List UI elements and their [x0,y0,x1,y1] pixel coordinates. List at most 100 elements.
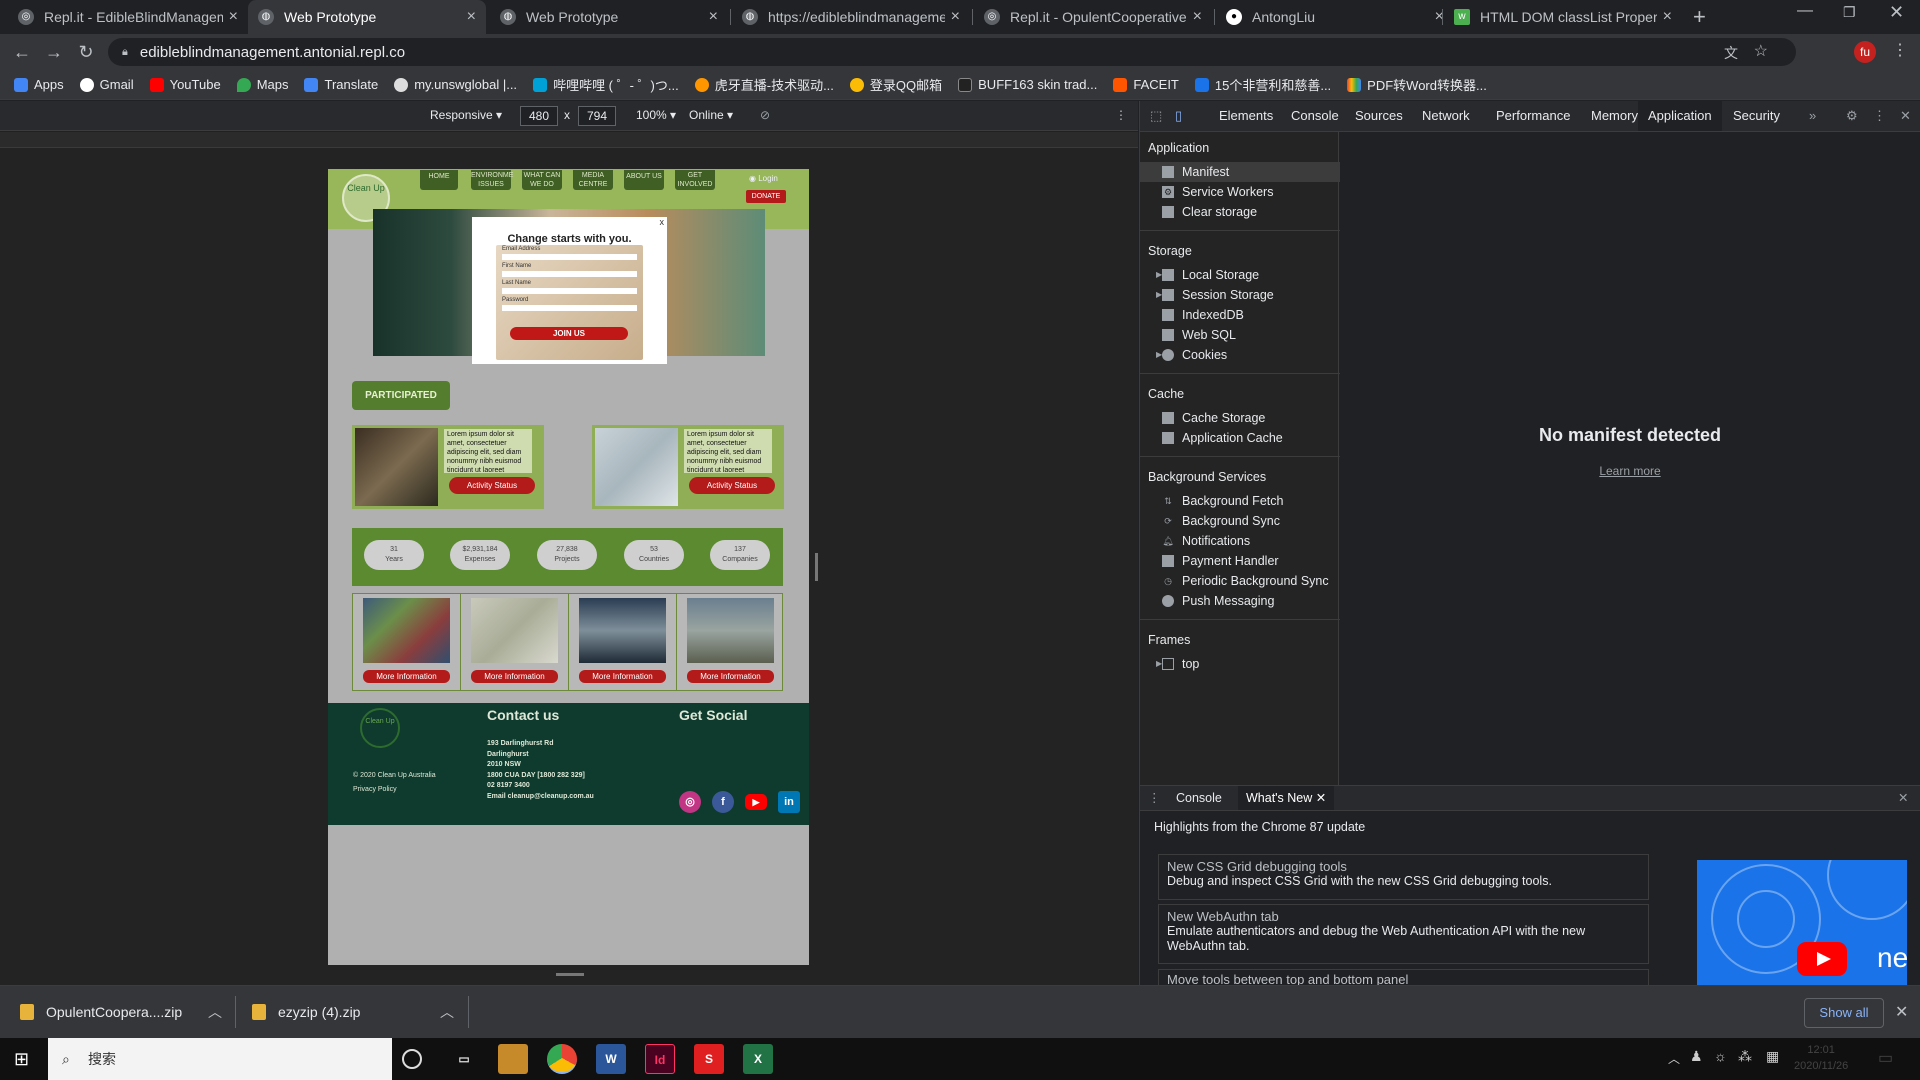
tab-web-prototype-active[interactable]: ◍ Web Prototype × [248,0,486,34]
tab-github-antongliu[interactable]: ● AntongLiu × [1216,0,1454,34]
expand-arrow-icon[interactable]: ▶ [1156,285,1162,305]
drawer-tab-console[interactable]: Console [1176,791,1222,805]
linkedin-icon[interactable]: in [778,791,800,813]
more-information-button[interactable]: More Information [363,670,450,683]
sidebar-item-cache-storage[interactable]: Cache Storage [1162,408,1346,428]
download-item[interactable]: OpulentCoopera....zip ︿ [20,986,222,1038]
last-name-field[interactable] [502,288,637,294]
devtools-tab-network[interactable]: Network [1412,101,1480,131]
bookmark-translate[interactable]: Translate [304,77,378,92]
sidebar-item-application-cache[interactable]: Application Cache [1162,428,1346,448]
close-window-icon[interactable]: ✕ [1889,2,1904,23]
bookmark-gmail[interactable]: Gmail [79,77,134,92]
windows-start-icon[interactable]: ⊞ [14,1049,29,1070]
join-us-button[interactable]: JOIN US [510,327,628,340]
devtools-tab-security[interactable]: Security [1723,101,1790,131]
task-view-icon[interactable]: ▭ [449,1044,479,1074]
sidebar-item-indexeddb[interactable]: IndexedDB [1162,305,1346,325]
sidebar-item-payment-handler[interactable]: Payment Handler [1162,551,1346,571]
sidebar-item-clear-storage[interactable]: Clear storage [1162,202,1346,222]
password-field[interactable] [502,305,637,311]
reload-icon[interactable]: ↻ [74,40,98,64]
learn-more-link[interactable]: Learn more [1340,464,1920,478]
privacy-policy-link[interactable]: Privacy Policy [353,783,436,797]
sidebar-item-websql[interactable]: Web SQL [1162,325,1346,345]
close-icon[interactable]: × [229,8,238,26]
clock[interactable]: 12:01 2020/11/26 [1794,1042,1848,1074]
devtools-tab-sources[interactable]: Sources [1345,101,1413,131]
more-information-button[interactable]: More Information [579,670,666,683]
viewport-height-handle[interactable] [556,973,584,976]
close-downloads-icon[interactable]: ✕ [1895,1002,1908,1022]
translate-icon[interactable]: 文 [1724,43,1738,63]
bookmark-unswglobal[interactable]: my.unswglobal |... [394,77,517,92]
expand-arrow-icon[interactable]: ▶ [1156,265,1162,285]
chrome-taskbar-icon[interactable] [547,1044,577,1074]
login-link[interactable]: ◉ Login [749,174,778,183]
star-icon[interactable]: ☆ [1754,41,1768,61]
youtube-play-icon[interactable] [1797,942,1847,976]
notification-center-icon[interactable]: ▭ [1878,1048,1893,1068]
viewport-width-input[interactable]: 480 [520,106,558,126]
email-field[interactable] [502,254,637,260]
network-tray-icon[interactable]: ☼ [1714,1048,1727,1064]
sidebar-item-background-sync[interactable]: ⟳ Background Sync [1162,511,1346,531]
close-icon[interactable]: × [1193,8,1202,26]
sidebar-item-notifications[interactable]: 🔔︎ Notifications [1162,531,1346,551]
bookmark-faceit[interactable]: FACEIT [1113,77,1179,92]
sidebar-item-background-fetch[interactable]: ⇅ Background Fetch [1162,491,1346,511]
bookmark-maps[interactable]: Maps [236,77,288,92]
show-all-downloads-button[interactable]: Show all [1804,998,1884,1028]
devtools-tab-application[interactable]: Application [1638,101,1722,131]
devtools-tab-elements[interactable]: Elements [1209,101,1283,131]
close-icon[interactable]: × [709,8,718,26]
file-explorer-icon[interactable] [498,1044,528,1074]
tab-classlist[interactable]: w HTML DOM classList Property × [1444,0,1682,34]
network-throttle-select[interactable]: Online ▾ [689,108,733,122]
device-toggle-icon[interactable]: ▯ [1165,101,1192,131]
activity-status-button[interactable]: Activity Status [689,477,775,494]
nav-environment-issues[interactable]: ENVIRONME ISSUES [471,170,513,190]
bookmark-nonprofit[interactable]: 15个非营利和慈善... [1194,75,1331,94]
chevron-up-icon[interactable]: ︿ [208,1002,222,1022]
word-icon[interactable]: W [596,1044,626,1074]
modal-close-icon[interactable]: x [660,217,665,227]
new-tab-button[interactable]: + [1693,4,1706,30]
bookmark-pdf2word[interactable]: PDF转Word转换器... [1347,75,1487,94]
sidebar-item-cookies[interactable]: ▶ Cookies [1156,345,1346,365]
menu-icon[interactable]: ⋮ [1892,40,1908,60]
sidebar-item-session-storage[interactable]: ▶ Session Storage [1156,285,1346,305]
bookmark-youtube[interactable]: YouTube [149,77,221,92]
cortana-icon[interactable] [402,1049,422,1069]
restore-icon[interactable]: ❐ [1843,4,1856,21]
whats-new-item[interactable]: New WebAuthn tab Emulate authenticators a… [1158,904,1649,964]
drawer-tab-whats-new[interactable]: What's New ✕ [1238,786,1335,810]
back-icon[interactable]: ← [10,40,34,64]
devtools-tab-console[interactable]: Console [1281,101,1349,131]
taskbar-search-input[interactable]: ⌕ 搜索 [48,1038,392,1080]
drawer-menu-icon[interactable]: ⋮ [1148,790,1161,805]
whats-new-item[interactable]: New CSS Grid debugging tools Debug and in… [1158,854,1649,900]
viewport-height-input[interactable]: 794 [578,106,616,126]
donate-button[interactable]: DONATE [746,190,786,203]
youtube-icon[interactable]: ▶ [745,794,767,810]
participated-button[interactable]: PARTICIPATED [352,381,450,410]
minimize-icon[interactable]: — [1797,2,1813,20]
expand-arrow-icon[interactable]: ▶ [1156,654,1162,674]
nav-home[interactable]: HOME [420,170,458,190]
activity-status-button[interactable]: Activity Status [449,477,535,494]
whats-new-video-thumbnail[interactable]: ne [1697,860,1907,986]
close-icon[interactable]: × [951,8,960,26]
close-icon[interactable]: × [1663,8,1672,26]
first-name-field[interactable] [502,271,637,277]
input-method-icon[interactable]: ▦ [1766,1048,1779,1065]
qq-tray-icon[interactable]: ♟ [1690,1048,1703,1065]
tab-replit-opulent[interactable]: ◎ Repl.it - OpulentCooperativeM × [974,0,1212,34]
nav-about-us[interactable]: ABOUT US [624,170,664,190]
nav-media-centre[interactable]: MEDIA CENTRE [573,170,613,190]
indesign-icon[interactable]: Id [645,1044,675,1074]
sidebar-item-frame-top[interactable]: ▶ top [1156,654,1346,674]
tab-edible-url[interactable]: ◍ https://edibleblindmanageme × [732,0,970,34]
excel-icon[interactable]: X [743,1044,773,1074]
more-information-button[interactable]: More Information [687,670,774,683]
